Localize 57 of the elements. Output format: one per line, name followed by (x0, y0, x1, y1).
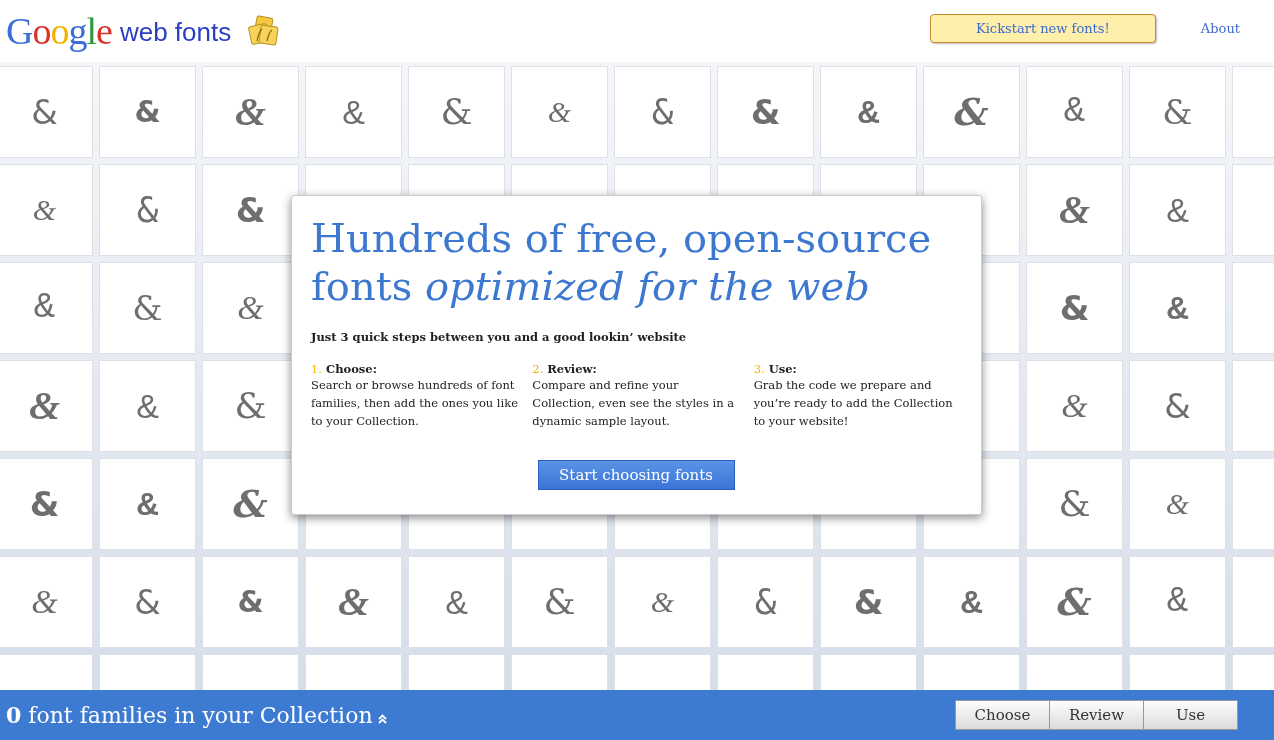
step-number: 3. (753, 362, 765, 376)
step-description: Grab the code we prepare and you’re ready to add the Collection to your website! (753, 377, 954, 430)
step-description: Search or browse hundreds of font families, then add the ones you like to your Collection. (311, 377, 519, 430)
ampersand-glyph: & (136, 192, 159, 228)
ampersand-glyph: & (1165, 292, 1190, 324)
ampersand-glyph: & (543, 584, 576, 620)
ampersand-glyph: & (1058, 486, 1091, 522)
ampersand-glyph: & (547, 97, 572, 127)
dialog-title: Hundreds of free, open-source fonts optimized for the web (311, 214, 933, 310)
logo-wordmark: Google (6, 9, 112, 53)
ampersand-glyph: & (1164, 389, 1191, 423)
ampersand-glyph: & (1166, 193, 1189, 227)
step-number: 2. (532, 362, 544, 376)
step-title: Choose: (326, 362, 377, 376)
ampersand-glyph: & (1058, 190, 1091, 230)
ampersand-glyph: & (234, 388, 267, 424)
ampersand-glyph: & (856, 96, 881, 128)
ampersand-glyph: & (754, 584, 777, 620)
ampersand-glyph: & (136, 389, 159, 423)
ampersand-glyph: & (237, 291, 264, 325)
ampersand-glyph: & (31, 95, 58, 129)
ampersand-glyph: & (853, 585, 884, 619)
ampersand-glyph: & (33, 290, 56, 326)
ampersand-glyph: & (134, 585, 161, 619)
ampersand-glyph: & (135, 488, 160, 520)
ampersand-glyph: & (237, 587, 264, 617)
ampersand-glyph: & (29, 487, 60, 521)
ampersand-glyph: & (31, 585, 58, 619)
step-title: Use: (768, 362, 797, 376)
ampersand-glyph: & (234, 92, 267, 132)
ampersand-glyph: & (132, 291, 163, 325)
ampersand-glyph: & (32, 195, 57, 225)
ampersand-glyph: & (134, 97, 161, 127)
ampersand-glyph: & (954, 93, 989, 131)
ampersand-glyph: & (28, 386, 61, 426)
product-name: web fonts (119, 16, 232, 48)
ampersand-glyph: & (1166, 584, 1189, 620)
ampersand-glyph: & (233, 485, 268, 523)
ampersand-glyph: & (440, 94, 473, 130)
ampersand-glyph: & (650, 587, 675, 617)
ampersand-glyph: & (445, 585, 468, 619)
ampersand-glyph: & (1059, 291, 1090, 325)
ampersand-glyph: & (1057, 583, 1092, 621)
ampersand-glyph: & (750, 95, 781, 129)
ampersand-glyph: & (1165, 489, 1190, 519)
step-description: Compare and refine your Collection, even see the styles in a dynamic sample layout. (532, 377, 736, 430)
ampersand-glyph: & (651, 94, 674, 130)
dialog-subtitle: Just 3 quick steps between you and a good lookin’ website (311, 330, 688, 344)
ampersand-glyph: & (337, 582, 370, 622)
step-title: Review: (547, 362, 597, 376)
ampersand-glyph: & (1063, 94, 1086, 130)
ampersand-glyph: & (959, 586, 984, 618)
ampersand-glyph: & (235, 193, 266, 227)
step-number: 1. (311, 362, 322, 376)
ampersand-glyph: & (1061, 389, 1088, 423)
ampersand-glyph: & (342, 95, 365, 129)
ampersand-glyph: & (1162, 95, 1193, 129)
